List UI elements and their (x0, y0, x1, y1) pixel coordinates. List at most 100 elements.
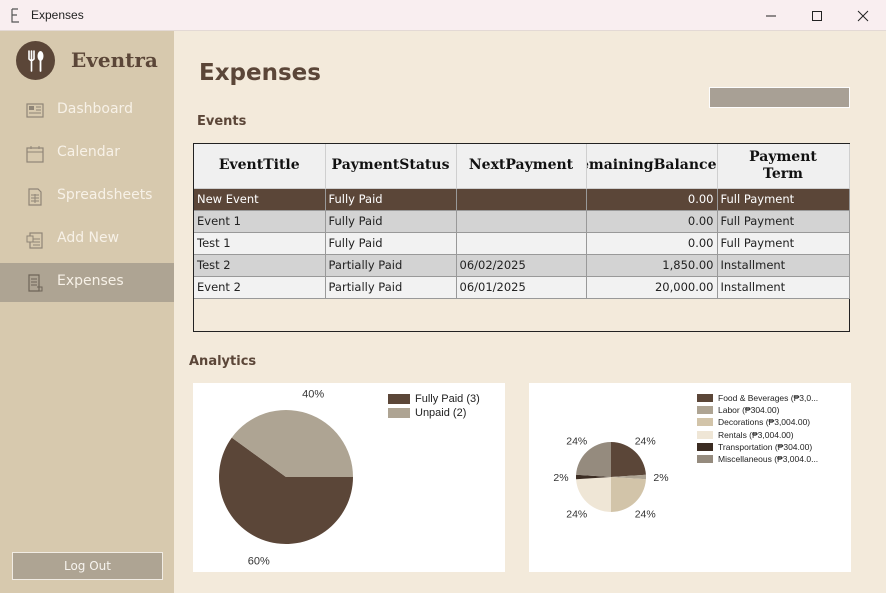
dashboard-icon (26, 103, 44, 118)
events-table: EventTitle PaymentStatus NextPayment Rem… (193, 143, 850, 332)
table-row[interactable]: Event 1 Fully Paid 0.00 Full Payment (194, 210, 850, 233)
page-title: Expenses (199, 60, 321, 86)
cell-event-title: Event 1 (194, 210, 326, 233)
table-row[interactable]: Event 2 Partially Paid 06/01/2025 20,000.00… (194, 276, 850, 299)
sidebar: Eventra Dashboard Calendar Spreadsheets … (0, 31, 174, 593)
sidebar-item-spreadsheets[interactable]: Spreadsheets (0, 177, 174, 216)
legend-entry: Food & Beverages (₱3,0... (697, 393, 818, 403)
title-bar: Expenses (0, 0, 886, 31)
legend-label: Fully Paid (3) (415, 393, 480, 405)
legend-entry: Labor (₱304.00) (697, 405, 779, 415)
cell-next-payment (456, 210, 587, 233)
legend-entry: Decorations (₱3,004.00) (697, 417, 810, 427)
legend-label: Food & Beverages (₱3,0... (718, 393, 819, 403)
column-header-next-payment[interactable]: NextPayment (456, 144, 587, 189)
cell-next-payment (456, 232, 587, 255)
sidebar-item-dashboard[interactable]: Dashboard (0, 91, 174, 130)
sidebar-item-label: Spreadsheets (57, 187, 153, 203)
legend-swatch (388, 408, 410, 418)
cell-remaining-balance: 0.00 (586, 210, 718, 233)
expense-breakdown-chart: 24% 2% 24% 24% 2% 24% Food & Beverages (₱3,0.… (529, 383, 851, 572)
table-header-row: EventTitle PaymentStatus NextPayment Rem… (194, 144, 850, 189)
sidebar-item-add-new[interactable]: Add New (0, 220, 174, 259)
legend-swatch (388, 394, 410, 404)
legend-label: Unpaid (2) (415, 407, 467, 419)
sidebar-item-expenses[interactable]: Expenses (0, 263, 174, 302)
sidebar-item-label: Expenses (57, 273, 124, 289)
pie-slice (611, 477, 646, 512)
cell-payment-status: Partially Paid (325, 254, 457, 277)
table-row[interactable]: Test 1 Fully Paid 0.00 Full Payment (194, 232, 850, 255)
pie-slice-label: 24% (635, 436, 656, 448)
cell-payment-status: Fully Paid (325, 210, 457, 233)
column-header-event-title[interactable]: EventTitle (194, 144, 326, 189)
table-row[interactable]: Test 2 Partially Paid 06/02/2025 1,850.00 In… (194, 254, 850, 277)
pie-slice-label: 24% (566, 508, 587, 520)
logo (16, 41, 55, 80)
legend-swatch (697, 418, 713, 427)
cell-next-payment: 06/02/2025 (456, 254, 587, 277)
cell-remaining-balance: 0.00 (586, 232, 718, 255)
cell-next-payment: 06/01/2025 (456, 276, 587, 299)
cell-event-title: Event 2 (194, 276, 326, 299)
column-header-remaining-balance[interactable]: RemainingBalance (586, 144, 718, 189)
events-grid: EventTitle PaymentStatus NextPayment Rem… (194, 144, 850, 299)
calendar-icon (26, 146, 44, 163)
pie-slice-label: 40% (302, 388, 324, 400)
maximize-button[interactable] (794, 0, 840, 31)
column-header-payment-term[interactable]: Payment Term (717, 144, 850, 189)
minimize-button[interactable] (748, 0, 794, 31)
legend-label: Labor (₱304.00) (718, 405, 780, 416)
cell-payment-status: Fully Paid (325, 188, 457, 211)
pie-slice (576, 477, 611, 512)
legend-swatch (697, 442, 713, 451)
sidebar-item-label: Calendar (57, 144, 120, 160)
cell-payment-term: Full Payment (717, 232, 850, 255)
legend-entry: Rentals (₱3,004.00) (697, 430, 794, 440)
legend-label: Miscellaneous (₱3,004.0... (718, 454, 819, 464)
brand-name: Eventra (71, 48, 158, 72)
cell-payment-term: Installment (717, 254, 850, 277)
cell-payment-term: Full Payment (717, 188, 850, 211)
cell-remaining-balance: 20,000.00 (586, 276, 718, 299)
analytics-heading: Analytics (189, 354, 257, 369)
sidebar-item-label: Add New (57, 230, 120, 246)
legend-entry: Transportation (₱304.00) (697, 442, 812, 452)
pie-slice-label: 24% (566, 436, 587, 448)
events-heading: Events (197, 114, 247, 129)
legend-label: Rentals (₱3,004.00) (718, 429, 794, 440)
cell-event-title: Test 1 (194, 232, 326, 255)
legend-swatch (697, 406, 713, 415)
cell-remaining-balance: 0.00 (586, 188, 718, 211)
sidebar-item-label: Dashboard (57, 101, 133, 117)
utensils-icon (28, 50, 44, 72)
table-row[interactable]: New Event Fully Paid 0.00 Full Payment (194, 188, 850, 211)
add-new-icon (26, 232, 43, 249)
maximize-icon (812, 10, 822, 21)
expenses-icon (28, 274, 43, 292)
cell-payment-status: Partially Paid (325, 276, 457, 299)
legend-swatch (697, 394, 713, 402)
cell-payment-term: Full Payment (717, 210, 850, 233)
pie-slice-label: 2% (553, 472, 568, 484)
window-title: Expenses (31, 8, 84, 22)
legend-entry: Miscellaneous (₱3,004.0... (697, 454, 818, 464)
cell-payment-term: Installment (717, 276, 850, 299)
payment-status-chart: 60% 40% Fully Paid (3) Unpaid (2) (193, 383, 505, 572)
close-button[interactable] (840, 0, 886, 31)
logout-button[interactable]: Log Out (12, 552, 163, 580)
cell-event-title: Test 2 (194, 254, 326, 277)
cell-event-title: New Event (194, 188, 326, 211)
close-icon (857, 10, 869, 21)
legend-label: Decorations (₱3,004.00) (718, 417, 811, 428)
minimize-icon (766, 15, 776, 16)
spreadsheet-icon (28, 188, 42, 206)
legend-swatch (697, 455, 713, 463)
legend-entry: Unpaid (2) (388, 407, 466, 419)
cell-next-payment (456, 188, 587, 211)
cell-remaining-balance: 1,850.00 (586, 254, 718, 277)
sidebar-item-calendar[interactable]: Calendar (0, 134, 174, 173)
filter-input[interactable] (709, 87, 850, 108)
expense-breakdown-pie: 24% 2% 24% 24% 2% 24% (553, 436, 668, 521)
column-header-payment-status[interactable]: PaymentStatus (325, 144, 457, 189)
